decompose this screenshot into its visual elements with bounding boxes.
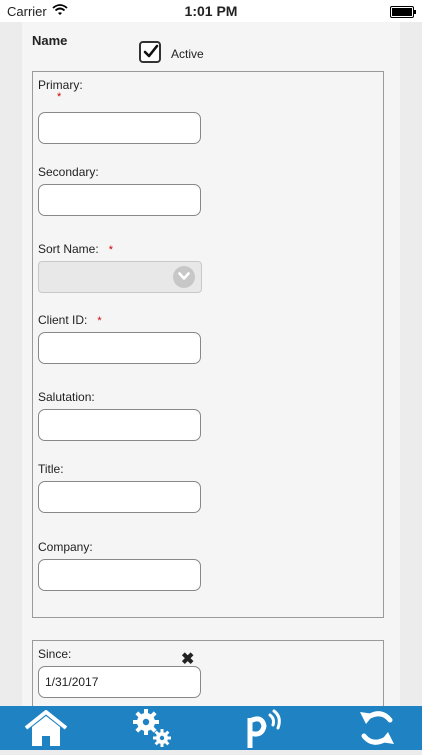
active-checkbox[interactable]: [139, 41, 161, 63]
form-page: Name Active Primary: * Secondary: Sort N…: [22, 22, 400, 712]
client-id-input[interactable]: [38, 332, 201, 364]
name-fields-group: Primary: * Secondary: Sort Name: * Client…: [32, 71, 384, 618]
sort-name-select[interactable]: [38, 261, 202, 293]
p-signal-tab[interactable]: [240, 706, 300, 750]
client-id-label-wrap: Client ID: *: [38, 313, 102, 327]
sort-name-label-wrap: Sort Name: *: [38, 242, 113, 256]
salutation-input[interactable]: [38, 409, 201, 441]
since-label: Since:: [38, 647, 72, 661]
title-label: Title:: [38, 462, 64, 476]
sort-name-required-mark: *: [108, 244, 113, 256]
client-id-required-mark: *: [97, 315, 102, 327]
since-date-input[interactable]: 1/31/2017: [38, 666, 201, 698]
primary-label: Primary:: [38, 78, 83, 92]
status-bar: Carrier 1:01 PM: [0, 0, 422, 22]
client-id-label: Client ID:: [38, 313, 88, 327]
sync-icon: [360, 711, 394, 745]
gears-icon: [133, 709, 171, 747]
p-signal-icon: [247, 709, 281, 748]
title-input[interactable]: [38, 481, 201, 513]
status-time: 1:01 PM: [184, 3, 238, 19]
salutation-label: Salutation:: [38, 390, 95, 404]
home-icon: [24, 710, 68, 746]
company-input[interactable]: [38, 559, 201, 591]
chevron-down-icon[interactable]: [173, 266, 195, 288]
bottom-tab-bar: [0, 706, 422, 750]
sort-name-label: Sort Name:: [38, 242, 99, 256]
secondary-input[interactable]: [38, 184, 201, 216]
settings-tab[interactable]: [128, 706, 188, 750]
checkmark-icon: [143, 44, 159, 58]
home-tab[interactable]: [20, 706, 80, 750]
primary-required-mark: *: [57, 91, 62, 103]
sync-tab[interactable]: [352, 706, 412, 750]
since-group: Since: ✖ 1/31/2017: [32, 640, 384, 712]
secondary-label: Secondary:: [38, 165, 99, 179]
section-title: Name: [32, 33, 68, 48]
company-label: Company:: [38, 540, 93, 554]
battery-icon: [390, 6, 416, 18]
active-label: Active: [171, 47, 204, 61]
primary-input[interactable]: [38, 112, 201, 144]
